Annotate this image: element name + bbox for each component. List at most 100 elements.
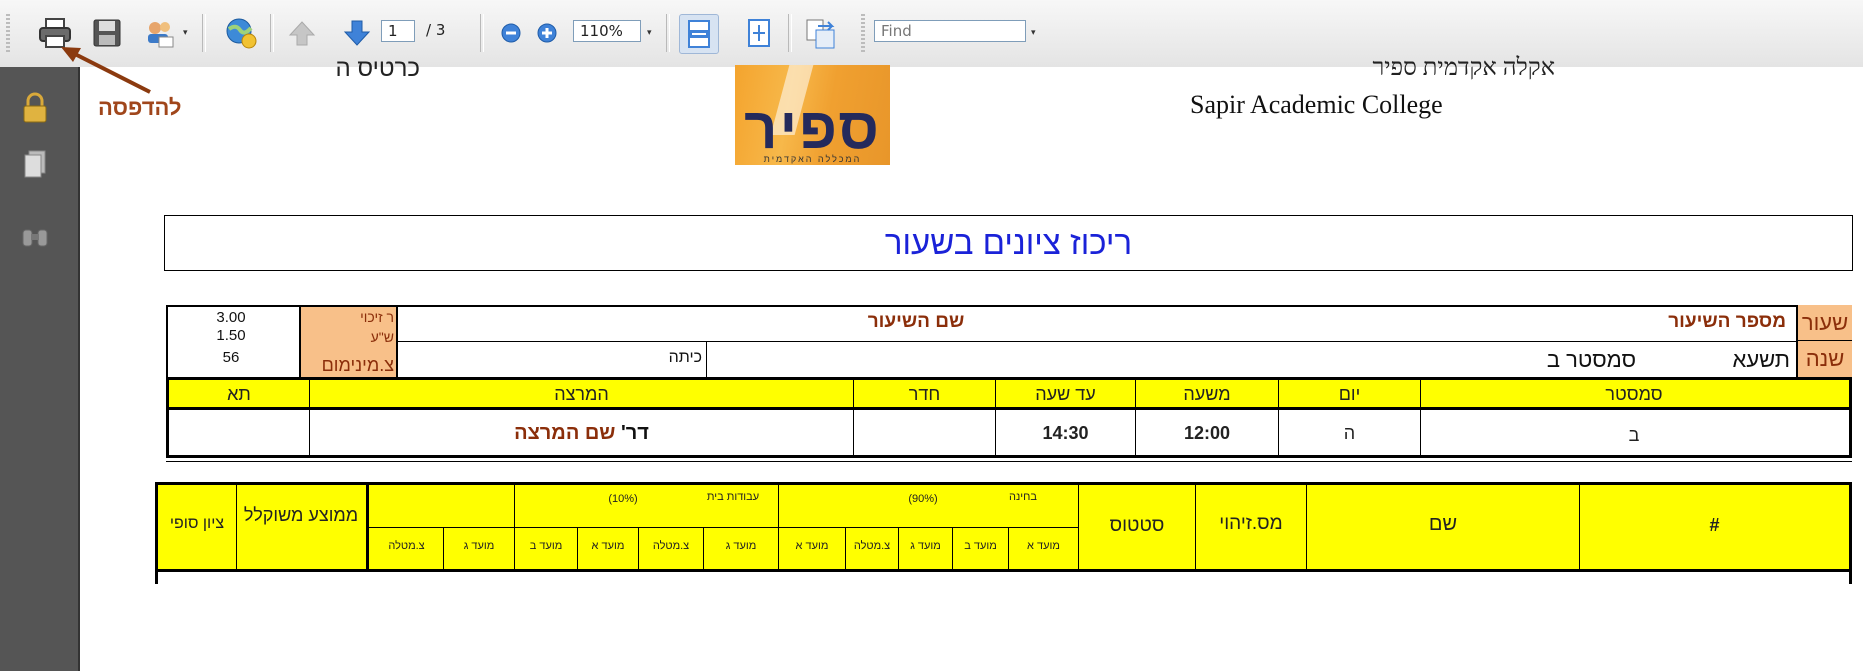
college-logo-text: ספיר	[744, 96, 881, 161]
exam-group-label: בחינה	[1009, 491, 1037, 503]
find-panel-button[interactable]	[20, 224, 50, 255]
semester-cell: ב	[1628, 425, 1640, 445]
arrow-up-icon	[288, 21, 316, 46]
header-end-time: עד שעה	[1035, 384, 1096, 404]
toolbar-separator	[480, 14, 484, 52]
grades-table-header: # שם מס.זיהוי סטטוס בחינה (90%) מועד א מ…	[155, 482, 1852, 572]
class-label: כיתה	[668, 349, 702, 366]
start-time-cell: 12:00	[1183, 423, 1231, 443]
email-dropdown-arrow[interactable]: ▾	[183, 27, 188, 38]
end-time-cell: 14:30	[1042, 423, 1089, 443]
fit-width-button[interactable]	[679, 14, 719, 54]
header-cell: תא	[227, 384, 251, 404]
divider	[369, 527, 1078, 528]
header-start-time: משעה	[1183, 384, 1231, 404]
export-document-icon	[806, 19, 835, 49]
col-id: מס.זיהוי	[1219, 513, 1283, 534]
lecturer-cell: דר' שם המרצה	[310, 422, 853, 445]
binoculars-icon	[22, 229, 48, 247]
page-total: / 3	[426, 21, 446, 39]
course-number-label: מספר השיעור	[1668, 311, 1786, 332]
other-session-a: מועד א	[591, 540, 625, 552]
divider	[166, 461, 1852, 462]
hours-label: ש"ע	[370, 329, 394, 345]
exam-weighted: צ.מטלה	[853, 540, 891, 552]
credits-value: 3.00	[216, 309, 246, 326]
annotation-arrow	[61, 47, 151, 94]
lecturer-prefix: דר'	[620, 422, 649, 444]
zoom-level-input[interactable]: 110%	[573, 20, 641, 42]
zoom-out-button[interactable]	[492, 14, 530, 52]
grades-table-body-edge	[155, 572, 1852, 584]
college-logo-subtitle: המכללה האקדמית	[763, 154, 862, 164]
toolbar-separator	[202, 14, 206, 52]
schedule-table: סמסטר יום משעה עד שעה חדר המרצה תא ב ה 1…	[166, 377, 1852, 458]
previous-page-button[interactable]	[283, 14, 321, 52]
lecturer-name: שם המרצה	[514, 422, 616, 444]
arrow-down-icon	[343, 20, 371, 46]
other-session-b: מועד ב	[529, 540, 563, 552]
security-button[interactable]	[20, 92, 50, 129]
page-number-input[interactable]: 1	[381, 20, 415, 42]
header-hebrew-partial: כרטיס ה	[335, 55, 420, 82]
toolbar-separator	[788, 14, 792, 52]
other-weighted: צ.מטלה	[388, 540, 425, 552]
zoom-dropdown-arrow[interactable]: ▾	[647, 27, 652, 38]
fit-width-icon	[688, 20, 710, 48]
other-session-c: מועד ג	[463, 540, 495, 552]
header-hebrew-college-name: אקלה אקדמית ספיר	[1372, 55, 1555, 81]
fit-page-icon	[748, 19, 770, 47]
credits-label: ר זיכוי	[360, 309, 394, 325]
minus-circle-icon	[501, 23, 521, 43]
min-grade-value: 56	[222, 349, 240, 366]
toolbar-grip[interactable]	[861, 14, 865, 52]
col-index: #	[1709, 515, 1720, 535]
report-title: ריכוז ציונים בשעור	[884, 224, 1133, 261]
course-name-label: שם השיעור	[867, 311, 965, 332]
pages-button[interactable]	[22, 149, 48, 184]
day-cell: ה	[1343, 423, 1356, 443]
next-page-button[interactable]	[338, 14, 376, 52]
homework-weight-label: (10%)	[608, 493, 638, 505]
toolbar-separator	[666, 14, 670, 52]
header-day: יום	[1338, 384, 1361, 404]
export-button[interactable]	[802, 14, 840, 52]
find-dropdown-arrow[interactable]: ▾	[1031, 27, 1036, 38]
find-input[interactable]: Find	[874, 20, 1026, 42]
col-status: סטטוס	[1109, 515, 1165, 536]
homework-group-label: עבודות בית	[706, 491, 760, 503]
zoom-in-button[interactable]	[528, 14, 566, 52]
col-name: שם	[1428, 513, 1458, 535]
homework-session-a: מועד א	[795, 540, 829, 552]
header-room: חדר	[908, 384, 941, 404]
course-info: שעור שנה מספר השיעור שם השיעור תשעא סמסט…	[166, 305, 1852, 377]
year-value: תשעא	[1732, 347, 1790, 372]
exam-session-a: מועד א	[1027, 540, 1060, 552]
navigation-panel	[0, 67, 80, 671]
college-name-english: Sapir Academic College	[1190, 90, 1443, 119]
col-final-grade: ציון סופי	[169, 515, 225, 532]
globe-gear-icon	[226, 18, 257, 49]
hours-value: 1.50	[216, 327, 246, 344]
lock-icon	[23, 92, 47, 123]
exam-session-b: מועד ב	[964, 540, 997, 552]
divider	[706, 341, 707, 377]
document-page: אקלה אקדמית ספיר כרטיס ה להדפסה ספיר המכ…	[61, 47, 1863, 671]
course-label: שעור	[1798, 305, 1852, 341]
min-grade-label: צ.מינימום	[321, 355, 394, 375]
web-capture-button[interactable]	[222, 14, 260, 52]
exam-weight-label: (90%)	[908, 493, 938, 505]
exam-session-c: מועד ג	[910, 540, 941, 552]
fit-page-button[interactable]	[740, 14, 778, 52]
homework-weighted: צ.מטלה	[652, 540, 690, 552]
homework-session-c: מועד ג	[725, 540, 757, 552]
report-title-box: ריכוז ציונים בשעור	[164, 215, 1853, 271]
header-semester: סמסטר	[1605, 384, 1663, 404]
col-weighted-average: ממוצע משוקלל	[243, 505, 359, 525]
pages-icon	[24, 150, 46, 178]
year-label: שנה	[1798, 341, 1852, 377]
divider	[396, 341, 1798, 342]
plus-circle-icon	[537, 23, 557, 43]
toolbar-grip[interactable]	[6, 14, 10, 52]
divider	[236, 485, 237, 569]
